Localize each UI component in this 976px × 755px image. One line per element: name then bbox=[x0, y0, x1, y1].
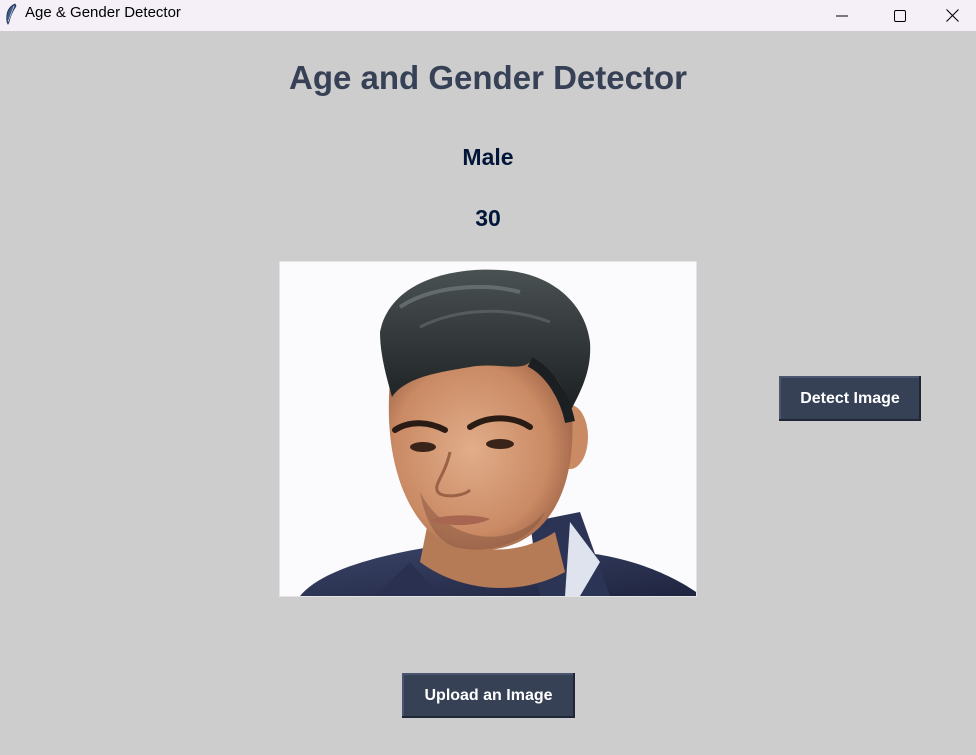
close-button[interactable] bbox=[929, 0, 976, 31]
maximize-icon bbox=[894, 9, 906, 22]
upload-image-button[interactable]: Upload an Image bbox=[402, 673, 575, 718]
uploaded-photo bbox=[279, 261, 697, 597]
title-bar[interactable]: Age & Gender Detector bbox=[0, 0, 976, 31]
window-title: Age & Gender Detector bbox=[25, 4, 181, 21]
age-result: 30 bbox=[475, 205, 501, 231]
face-photo bbox=[280, 262, 696, 596]
detect-image-button[interactable]: Detect Image bbox=[779, 376, 921, 421]
gender-result: Male bbox=[462, 144, 514, 170]
maximize-button[interactable] bbox=[871, 0, 929, 31]
page-title: Age and Gender Detector bbox=[289, 59, 687, 96]
feather-icon bbox=[6, 3, 17, 25]
app-window: Age & Gender Detector Age and Gender Det… bbox=[0, 0, 976, 755]
minimize-icon bbox=[836, 15, 848, 16]
minimize-button[interactable] bbox=[813, 0, 871, 31]
close-icon bbox=[946, 9, 959, 22]
